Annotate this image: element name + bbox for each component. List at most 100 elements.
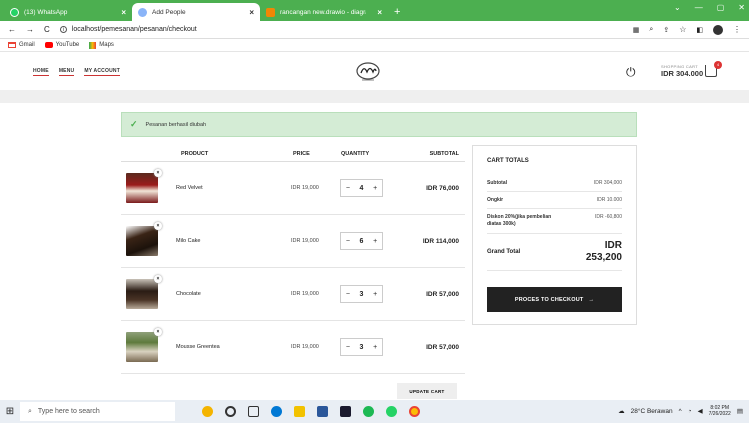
info-icon: i [59,26,67,33]
whatsapp-taskbar-icon[interactable] [386,406,397,417]
edge-icon[interactable] [271,406,282,417]
spotify-icon[interactable] [363,406,374,417]
cart-amount: IDR 304.000 [661,69,704,78]
close-icon[interactable]: × [249,8,254,17]
quantity-value[interactable]: 3 [360,344,364,351]
bookmark-maps[interactable]: Maps [89,41,114,49]
increment-button[interactable]: + [373,344,377,351]
chevron-up-icon[interactable]: ^ [679,408,682,415]
power-icon[interactable]: ⏻ [626,65,636,80]
taskbar-search[interactable]: ⌕ Type here to search [20,402,175,421]
close-window-icon[interactable]: ✕ [738,3,745,12]
header-divider-band [0,90,749,103]
decrement-button[interactable]: − [346,185,350,192]
weather-text[interactable]: 28°C Berawan [631,408,673,415]
zoom-icon[interactable]: ⌕ [649,26,653,34]
decrement-button[interactable]: − [346,344,350,351]
grand-total-amount: 253,200 [585,252,622,263]
grand-total-row: Grand Total IDR 253,200 [487,234,622,271]
maximize-icon[interactable]: ▢ [717,3,725,12]
star-icon[interactable]: ☆ [679,25,686,34]
subtotal-value: IDR 304,000 [593,180,622,186]
decrement-button[interactable]: − [346,238,350,245]
product-name: Mousse Greentea [176,344,220,350]
maps-icon [89,41,97,49]
search-icon: ⌕ [28,407,32,415]
grand-total-label: Grand Total [487,249,521,255]
task-view-icon[interactable] [248,406,259,417]
sidepanel-icon[interactable]: ◧ [696,26,703,34]
translate-icon[interactable]: ▦ [633,26,640,34]
url-text: localhost/pemesanan/pesanan/checkout [71,26,197,33]
drawio-icon [266,7,275,17]
remove-item-icon[interactable]: × [154,328,162,336]
notifications-icon[interactable]: ▤ [737,407,743,415]
close-icon[interactable]: × [121,8,126,17]
windows-start-icon[interactable]: ⊞ [0,406,20,417]
increment-button[interactable]: + [373,238,377,245]
checkout-label: PROCES TO CHECKOUT [514,296,584,303]
volume-icon[interactable]: ◀ [698,407,703,415]
sublime-icon[interactable] [340,406,351,417]
decrement-button[interactable]: − [346,291,350,298]
cart-table: PRODUCT PRICE QUANTITY SUBTOTAL × Red Ve… [121,146,465,374]
nav-home[interactable]: HOME [33,68,49,76]
table-row: × Red Velvet IDR 19,000 − 4 + IDR 76,000 [121,162,465,215]
alert-message: Pesanan berhasil diubah [145,121,207,128]
chrome-icon[interactable] [409,406,420,417]
word-icon[interactable] [317,406,328,417]
clock-date: 7/26/2022 [708,411,731,417]
product-image: × [126,222,162,256]
bookmark-gmail[interactable]: Gmail [8,42,35,48]
forward-icon[interactable]: → [26,25,34,34]
minimize-icon[interactable]: — [695,3,703,12]
youtube-icon [44,42,53,48]
product-name: Milo Cake [176,238,201,244]
arrow-right-icon: → [588,296,595,303]
quantity-value[interactable]: 3 [360,291,364,298]
increment-button[interactable]: + [373,185,377,192]
close-icon[interactable]: × [377,8,382,17]
subtotal-row: Subtotal IDR 304,000 [487,175,622,192]
sticker-app-icon[interactable] [202,406,213,417]
bookmark-youtube[interactable]: YouTube [44,42,79,48]
back-icon[interactable]: ← [8,25,16,34]
network-icon[interactable]: ◔ [688,408,692,415]
chevron-down-icon[interactable]: ⌄ [674,3,681,12]
tab-whatsapp[interactable]: (13) WhatsApp × [4,3,132,21]
nav-my-account[interactable]: MY ACCOUNT [84,68,120,76]
menu-icon[interactable]: ⋮ [733,25,741,34]
url-field[interactable]: i localhost/pemesanan/pesanan/checkout [59,26,623,33]
remove-item-icon[interactable]: × [154,169,162,177]
header-cart-summary[interactable]: SHOPPING CART IDR 304.000 [661,64,703,78]
table-header: PRODUCT PRICE QUANTITY SUBTOTAL [121,146,465,162]
quantity-value[interactable]: 4 [360,185,364,192]
share-icon[interactable]: ⇪ [663,26,669,34]
tab-drawio[interactable]: rancangan new.drawio - diagram × [260,3,388,21]
nav-menu[interactable]: MENU [58,68,75,76]
cortana-icon[interactable] [225,406,236,417]
file-explorer-icon[interactable] [294,406,305,417]
quantity-stepper: − 6 + [340,232,383,250]
new-tab-icon[interactable]: + [394,3,400,21]
reload-icon[interactable]: C [44,25,50,34]
tab-title: rancangan new.drawio - diagram [280,8,366,16]
people-icon [138,7,147,17]
col-price: PRICE [293,150,310,157]
remove-item-icon[interactable]: × [154,275,162,283]
check-icon: ✓ [130,119,138,129]
product-price: IDR 19,000 [291,291,319,297]
row-subtotal: IDR 76,000 [426,184,459,192]
tab-title: (13) WhatsApp [24,8,68,16]
subtotal-label: Subtotal [487,180,507,186]
avatar[interactable] [713,24,723,35]
remove-item-icon[interactable]: × [154,222,162,230]
clock[interactable]: 8:02 PM 7/26/2022 [709,405,731,417]
update-cart-button[interactable]: UPDATE CART [397,383,457,399]
tab-add-people[interactable]: Add People × [132,3,260,21]
site-header: HOME MENU MY ACCOUNT ⏻ SHOPPING CART IDR… [0,53,749,90]
quantity-value[interactable]: 6 [360,238,364,245]
checkout-button[interactable]: PROCES TO CHECKOUT → [487,287,622,312]
site-logo[interactable] [355,61,381,83]
increment-button[interactable]: + [373,291,377,298]
